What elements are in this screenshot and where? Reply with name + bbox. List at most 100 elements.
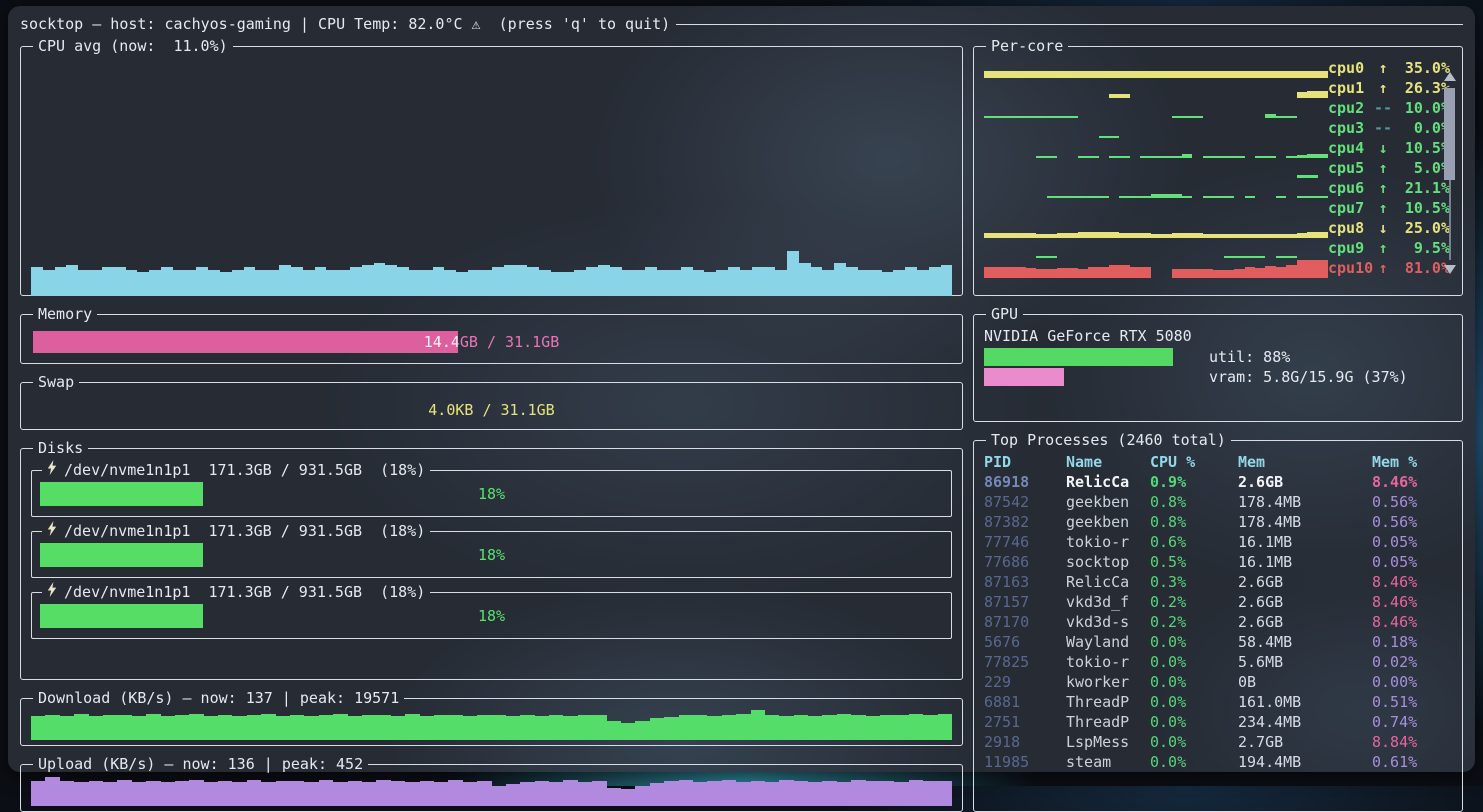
process-mem-percent: 8.46% xyxy=(1372,572,1452,592)
spark-bar xyxy=(409,270,421,296)
spark-bar xyxy=(633,270,645,296)
percore-sparkline xyxy=(984,78,1328,98)
spark-bar xyxy=(728,267,740,296)
process-table: PIDNameCPU %MemMem %86918RelicCa0.9%2.6G… xyxy=(984,452,1452,772)
process-pid: 2751 xyxy=(984,712,1066,732)
spark-bar xyxy=(693,715,707,740)
process-column-header: Name xyxy=(1066,452,1150,472)
process-mem-percent: 0.05% xyxy=(1372,532,1452,552)
disk-gauge-label: 18% xyxy=(40,543,943,567)
process-cpu-percent: 0.0% xyxy=(1150,652,1238,672)
spark-bar xyxy=(880,781,894,806)
process-mem-percent: 8.46% xyxy=(1372,592,1452,612)
spark-bar xyxy=(117,780,131,806)
spark-bar xyxy=(420,716,434,740)
trend-up-icon: ↑ xyxy=(1374,258,1392,278)
spark-bar xyxy=(255,270,267,296)
trend-up-icon: ↑ xyxy=(1374,158,1392,178)
spark-bar xyxy=(78,270,90,296)
spark-bar xyxy=(822,715,836,740)
core-percent: 10.5% xyxy=(1392,138,1450,158)
spark-bar xyxy=(917,270,929,296)
spark-bar xyxy=(1140,71,1150,78)
spark-bar xyxy=(1255,71,1265,78)
spark-bar xyxy=(736,714,750,740)
spark-bar xyxy=(1161,71,1171,78)
process-cpu-percent: 0.9% xyxy=(1150,472,1238,492)
disk-usage-gauge: 18% xyxy=(40,543,943,567)
spark-bar xyxy=(751,781,765,806)
spark-bar xyxy=(1099,71,1109,78)
gpu-panel-title: GPU xyxy=(986,304,1023,324)
spark-bar xyxy=(60,781,74,806)
spark-bar xyxy=(90,270,102,296)
process-column-header: PID xyxy=(984,452,1066,472)
percore-label: cpu9↑9.5% xyxy=(1328,238,1452,258)
process-column-header: Mem xyxy=(1238,452,1372,472)
process-mem: 58.4MB xyxy=(1238,632,1372,652)
spark-bar xyxy=(1286,71,1296,78)
spark-bar xyxy=(837,714,851,740)
process-mem: 16.1MB xyxy=(1238,532,1372,552)
scrollbar-thumb[interactable] xyxy=(1444,88,1455,180)
process-cpu-percent: 0.2% xyxy=(1150,592,1238,612)
spark-bar xyxy=(846,267,858,296)
spark-bar xyxy=(114,267,126,296)
process-name: ThreadP xyxy=(1066,712,1150,732)
swap-gauge-label: 4.0KB / 31.1GB xyxy=(33,399,950,421)
spark-bar xyxy=(834,263,846,296)
process-mem-percent: 8.46% xyxy=(1372,612,1452,632)
percore-label: cpu5↑5.0% xyxy=(1328,158,1452,178)
download-sparkline xyxy=(31,710,952,740)
core-percent: 10.0% xyxy=(1392,98,1450,118)
process-pid: 87382 xyxy=(984,512,1066,532)
spark-bar xyxy=(1067,268,1077,278)
process-mem-percent: 0.18% xyxy=(1372,632,1452,652)
disk-usage-gauge: 18% xyxy=(40,604,943,628)
scrollbar-down-arrow-icon[interactable] xyxy=(1444,265,1456,274)
spark-bar xyxy=(405,714,419,740)
spark-bar xyxy=(362,715,376,740)
spark-bar xyxy=(1109,265,1119,278)
disk-item-1: /dev/nvme1n1p1 171.3GB / 931.5GB (18%)18… xyxy=(31,521,952,578)
spark-bar xyxy=(60,716,74,740)
spark-bar xyxy=(693,270,705,296)
trend-flat-icon: -- xyxy=(1374,98,1392,118)
swap-panel: Swap 4.0KB / 31.1GB xyxy=(20,372,963,430)
spark-bar xyxy=(276,716,290,740)
percore-scrollbar[interactable] xyxy=(1443,72,1457,274)
spark-bar xyxy=(376,780,390,806)
memory-panel: Memory 14.4GB / 31.1GB 14.4GB / 31.1GB xyxy=(20,304,963,364)
percore-sparkline xyxy=(984,198,1328,218)
spark-bar xyxy=(291,267,303,296)
scrollbar-track xyxy=(1449,180,1451,260)
core-name: cpu10 xyxy=(1328,258,1374,278)
core-percent: 35.0% xyxy=(1392,58,1450,78)
spark-bar xyxy=(635,786,649,806)
process-mem: 2.6GB xyxy=(1238,612,1372,632)
core-name: cpu5 xyxy=(1328,158,1374,178)
spark-bar xyxy=(551,272,563,296)
percore-sparkline xyxy=(984,58,1328,78)
spark-bar xyxy=(1119,71,1129,78)
scrollbar-up-arrow-icon[interactable] xyxy=(1444,72,1456,81)
spark-bar xyxy=(45,715,59,740)
spark-bar xyxy=(218,715,232,740)
spark-bar xyxy=(261,714,275,740)
gpu-vram-row: vram: 5.8G/15.9G (37%) xyxy=(984,367,1452,386)
process-name: socktop xyxy=(1066,552,1150,572)
percore-row-cpu4: cpu4↓10.5% xyxy=(984,138,1452,158)
lightning-bolt-icon xyxy=(47,521,57,541)
percore-panel-title: Per-core xyxy=(986,36,1068,56)
process-mem: 234.4MB xyxy=(1238,712,1372,732)
spark-bar xyxy=(477,781,491,806)
spark-bar xyxy=(598,265,610,296)
core-percent: 5.0% xyxy=(1392,158,1450,178)
spark-bar xyxy=(909,714,923,740)
spark-bar xyxy=(1057,71,1067,78)
spark-bar xyxy=(1224,270,1234,278)
upload-panel-title: Upload (KB/s) — now: 136 | peak: 452 xyxy=(33,754,368,774)
process-cpu-percent: 0.0% xyxy=(1150,692,1238,712)
spark-bar xyxy=(909,780,923,806)
spark-bar xyxy=(175,781,189,806)
